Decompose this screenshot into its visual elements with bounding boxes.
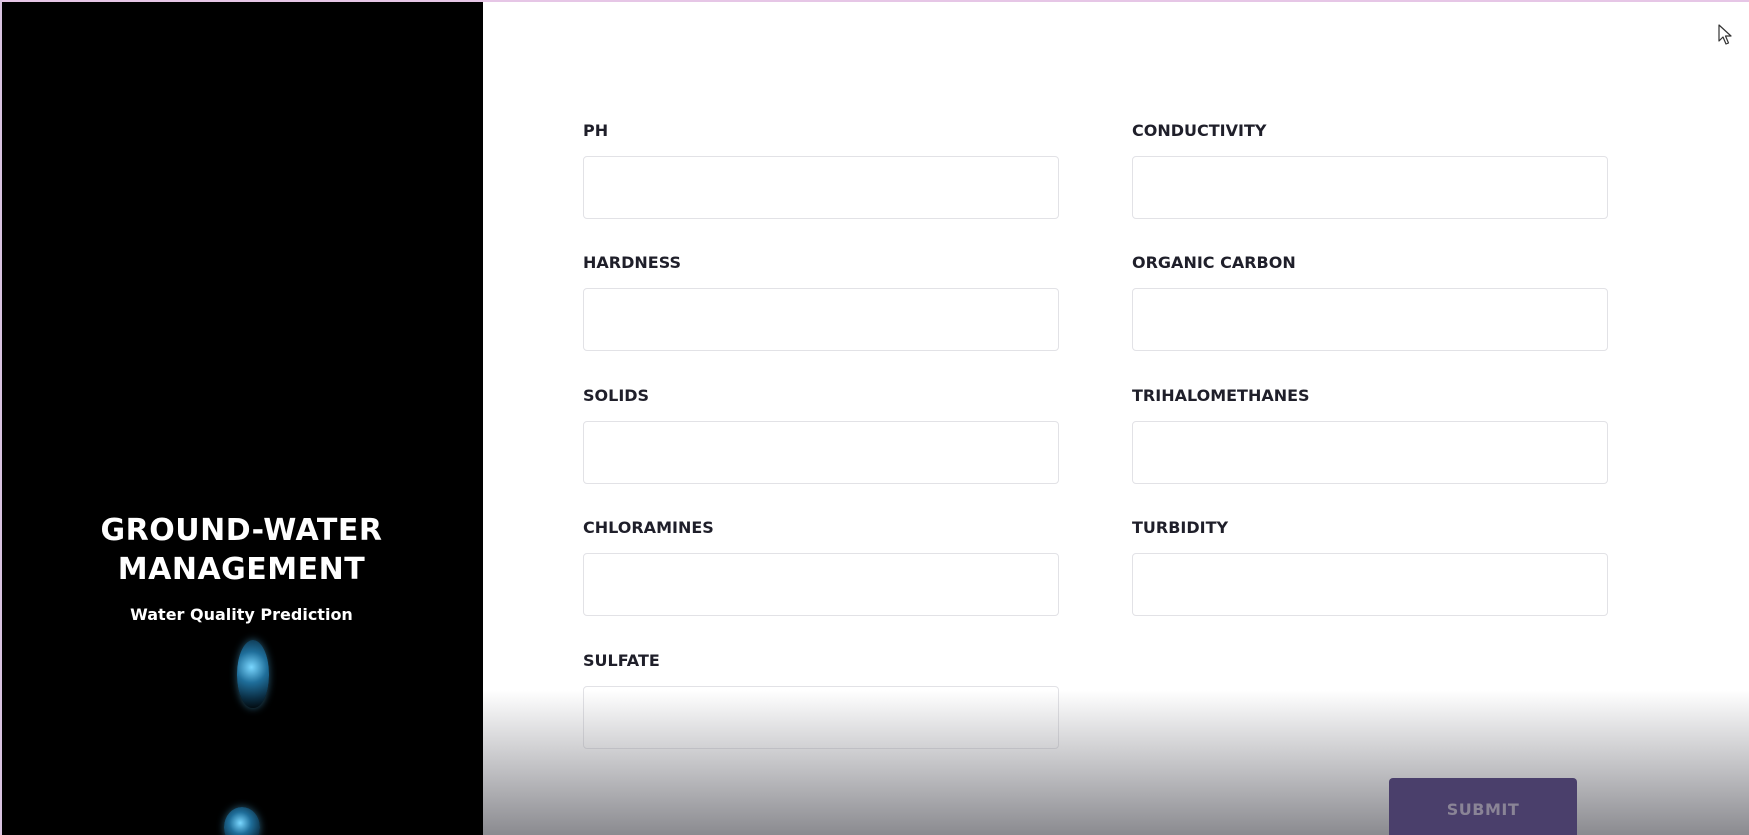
field-organic-carbon: ORGANIC CARBON — [1132, 252, 1608, 351]
organic-carbon-input[interactable] — [1132, 288, 1608, 351]
conductivity-input[interactable] — [1132, 156, 1608, 219]
water-droplet-icon — [224, 807, 260, 835]
field-label-conductivity: CONDUCTIVITY — [1132, 121, 1267, 140]
field-label-sulfate: SULFATE — [583, 651, 660, 670]
field-sulfate: SULFATE — [583, 650, 1059, 749]
field-label-hardness: HARDNESS — [583, 253, 682, 272]
field-label-solids: SOLIDS — [583, 386, 650, 405]
field-turbidity: TURBIDITY — [1132, 517, 1608, 616]
field-ph: PH — [583, 120, 1059, 219]
chloramines-input[interactable] — [583, 553, 1059, 616]
field-label-organic-carbon: ORGANIC CARBON — [1132, 253, 1296, 272]
solids-input[interactable] — [583, 421, 1059, 484]
hardness-input[interactable] — [583, 288, 1059, 351]
mouse-cursor-icon — [1718, 24, 1732, 45]
field-label-ph: PH — [583, 121, 609, 140]
field-hardness: HARDNESS — [583, 252, 1059, 351]
field-label-chloramines: CHLORAMINES — [583, 518, 714, 537]
window-left-border — [0, 0, 2, 835]
submit-button[interactable]: SUBMIT — [1389, 778, 1577, 835]
hero-title: GROUND-WATER MANAGEMENT — [0, 511, 483, 589]
field-label-turbidity: TURBIDITY — [1132, 518, 1229, 537]
hero-title-line-1: GROUND-WATER — [100, 513, 383, 548]
trihalomethanes-input[interactable] — [1132, 421, 1608, 484]
field-solids: SOLIDS — [583, 385, 1059, 484]
field-conductivity: CONDUCTIVITY — [1132, 120, 1608, 219]
field-trihalomethanes: TRIHALOMETHANES — [1132, 385, 1608, 484]
ph-input[interactable] — [583, 156, 1059, 219]
turbidity-input[interactable] — [1132, 553, 1608, 616]
field-chloramines: CHLORAMINES — [583, 517, 1059, 616]
app-window: GROUND-WATER MANAGEMENT Water Quality Pr… — [0, 0, 1749, 835]
prediction-form: PH CONDUCTIVITY HARDNESS ORGANIC CARBON … — [483, 2, 1749, 835]
hero-subtitle: Water Quality Prediction — [130, 605, 353, 624]
field-label-trihalomethanes: TRIHALOMETHANES — [1132, 386, 1310, 405]
sulfate-input[interactable] — [583, 686, 1059, 749]
hero-panel: GROUND-WATER MANAGEMENT Water Quality Pr… — [0, 2, 483, 835]
hero-title-line-2: MANAGEMENT — [117, 552, 366, 587]
water-droplet-icon — [237, 640, 269, 708]
